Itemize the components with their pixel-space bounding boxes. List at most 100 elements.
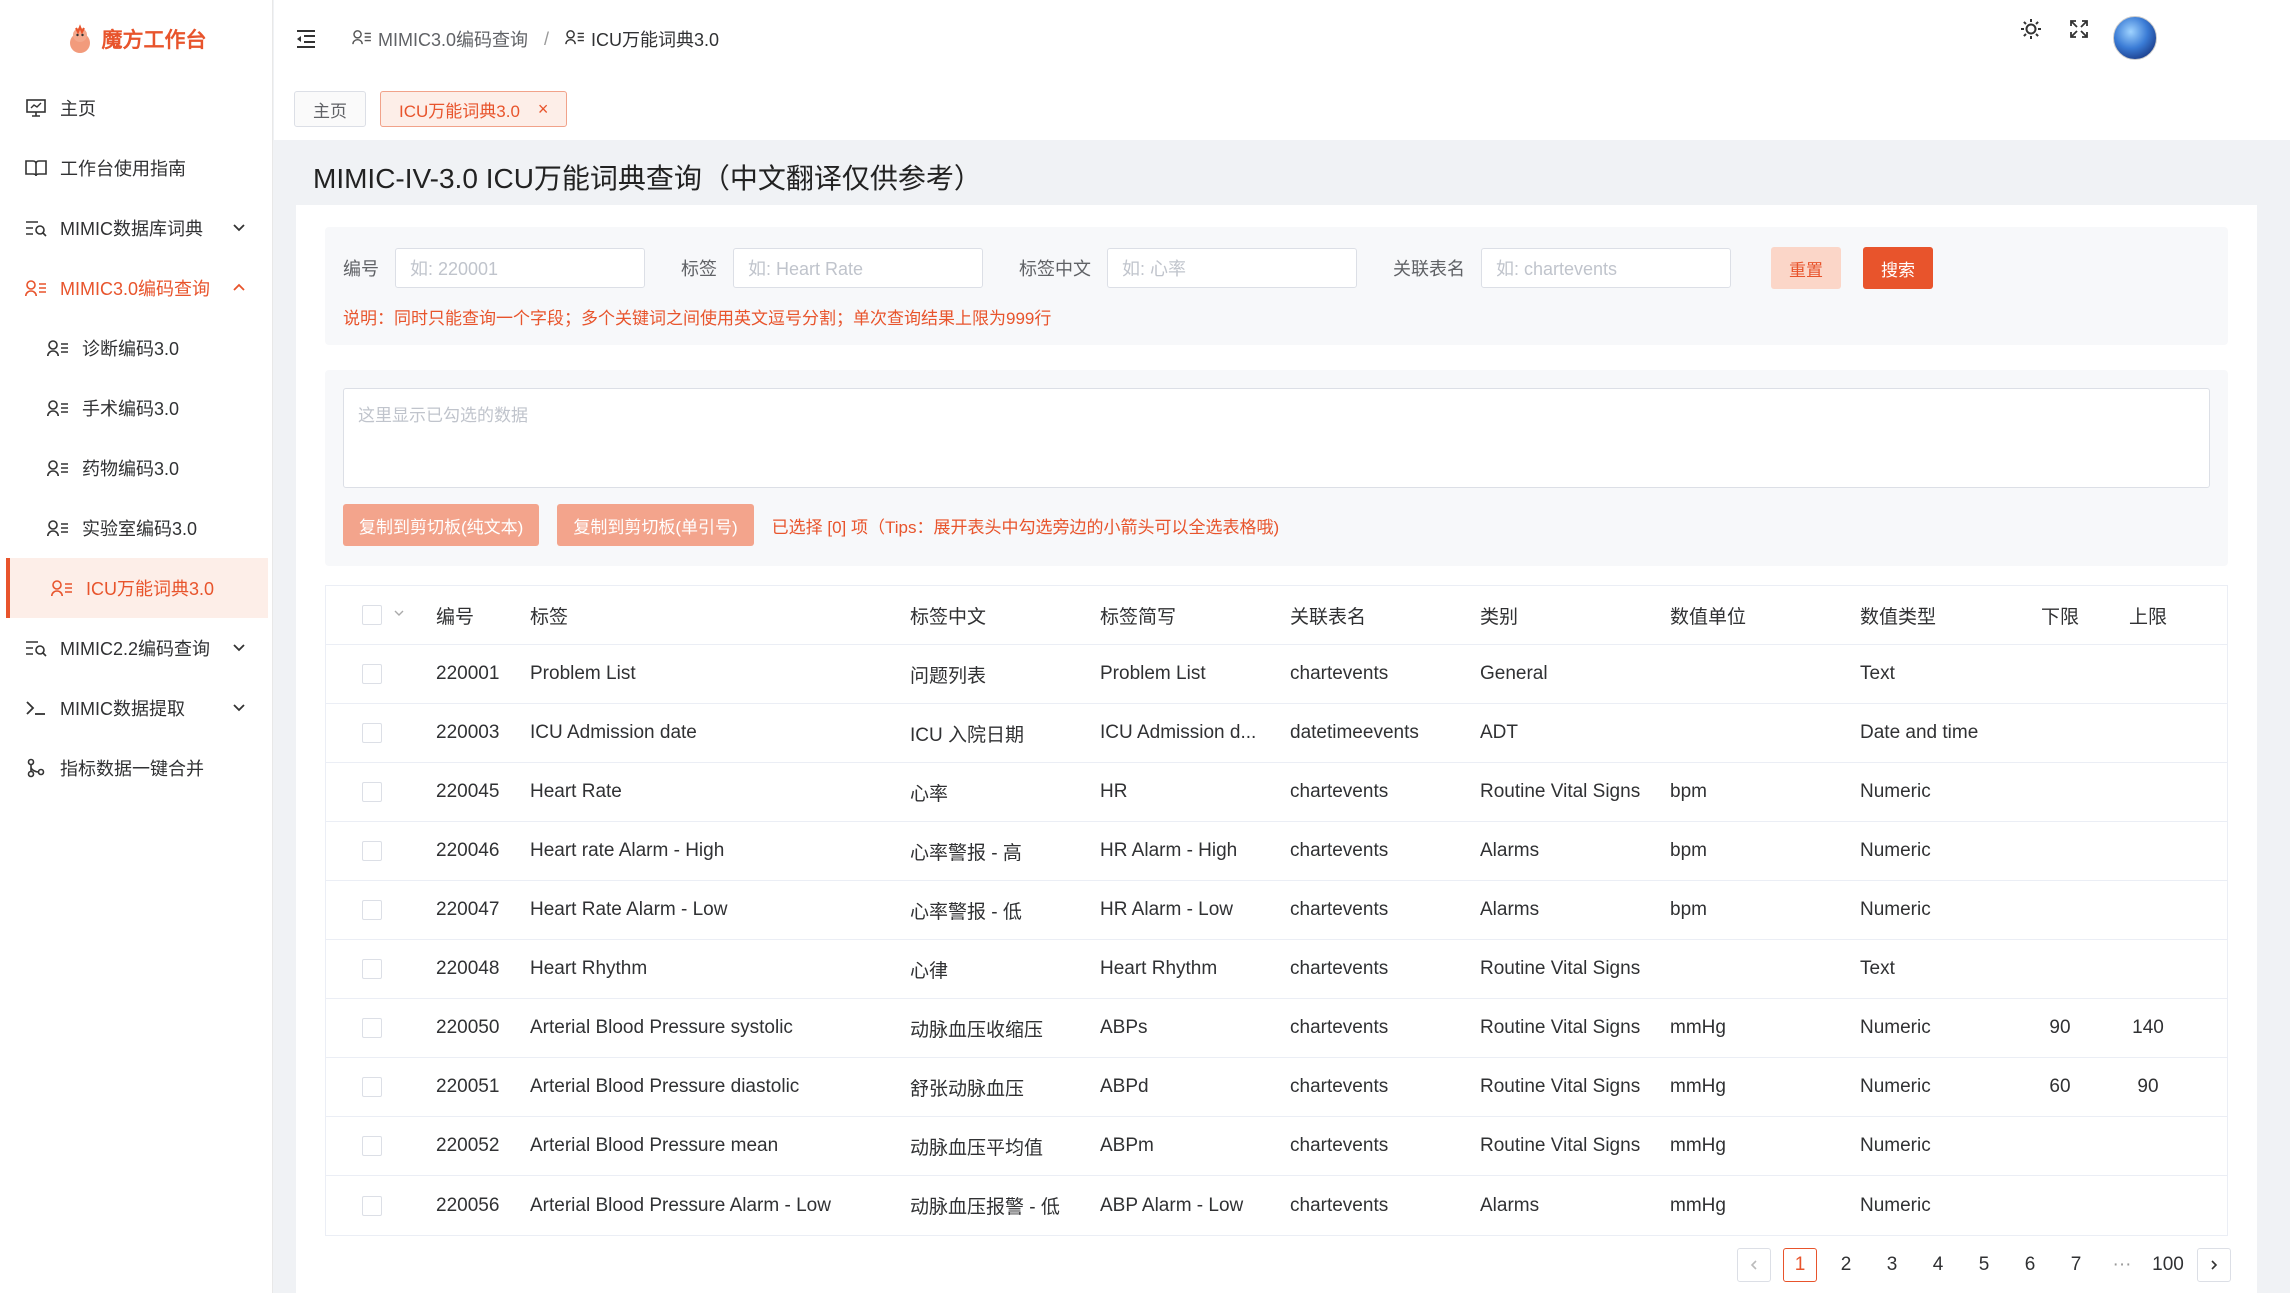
cn-filter-input[interactable]: 如: 心率 [1107,248,1357,288]
row-select-cell [326,900,436,920]
chevron-up-icon [230,279,248,297]
cell-unit: mmHg [1670,1017,1726,1038]
sidebar-item-icu-dict[interactable]: ICU万能词典3.0 [6,558,268,618]
fullscreen-icon[interactable] [2068,18,2090,46]
cell-cn: 心率 [910,783,949,805]
page-number[interactable]: 4 [1921,1248,1955,1282]
cell-category: Routine Vital Signs [1480,781,1641,802]
breadcrumb: MIMIC3.0编码查询 / ICU万能词典3.0 [352,26,719,52]
table-row[interactable]: 220046 Heart rate Alarm - High 心率警报 - 高 HR … [326,822,2227,881]
table-row[interactable]: 220056 Arterial Blood Pressure Alarm - Lo… [326,1176,2227,1235]
sidebar-item-surgery[interactable]: 手术编码3.0 [0,378,272,438]
user-list-icon [50,577,74,599]
page-number[interactable]: 1 [1783,1248,1817,1282]
table-row[interactable]: 220048 Heart Rhythm 心律 Heart Rhythm charteve… [326,940,2227,999]
sidebar-item-mimic3-query[interactable]: MIMIC3.0编码查询 [0,258,272,318]
cell-cn: 动脉血压平均值 [910,1137,1044,1159]
chevron-down-icon [230,219,248,237]
copy-row: 复制到剪切板(纯文本) 复制到剪切板(单引号) 已选择 [0] 项（Tips：展… [343,504,1279,546]
cell-abbr: Problem List [1100,663,1206,684]
collapse-menu-icon[interactable] [294,27,318,51]
app-logo[interactable]: 魔方工作台 [0,0,272,78]
reset-button[interactable]: 重置 [1771,247,1841,289]
cell-low: 60 [2049,1076,2071,1097]
page-ellipsis[interactable]: ··· [2105,1248,2139,1282]
sidebar-item-label: MIMIC数据库词典 [60,219,203,239]
sidebar-item-merge[interactable]: 指标数据一键合并 [0,738,272,798]
sidebar-item-home[interactable]: 主页 [0,78,272,138]
selected-data-textarea[interactable]: 这里显示已勾选的数据 [343,388,2210,488]
table-row[interactable]: 220052 Arterial Blood Pressure mean 动脉血压平均… [326,1117,2227,1176]
cell-abbr: Heart Rhythm [1100,958,1218,979]
next-page-icon[interactable] [2197,1248,2231,1282]
sidebar-item-mimic22-query[interactable]: MIMIC2.2编码查询 [0,618,272,678]
row-checkbox[interactable] [362,723,382,743]
page-number[interactable]: 3 [1875,1248,1909,1282]
page-list: 1234567 [1783,1248,2093,1282]
prev-page-icon[interactable] [1737,1248,1771,1282]
cell-label: Arterial Blood Pressure Alarm - Low [530,1194,831,1216]
breadcrumb-item-mimic3[interactable]: MIMIC3.0编码查询 [352,26,528,52]
label-filter-input[interactable]: 如: Heart Rate [733,248,983,288]
table-row[interactable]: 220050 Arterial Blood Pressure systolic 动脉… [326,999,2227,1058]
cell-abbr: ICU Admission d... [1100,722,1257,743]
tab-icu-dict[interactable]: ICU万能词典3.0 × [380,91,568,127]
row-checkbox[interactable] [362,1136,382,1156]
sidebar-item-drug[interactable]: 药物编码3.0 [0,438,272,498]
cell-category: Alarms [1480,1194,1540,1216]
mascot-icon [66,24,94,54]
row-checkbox[interactable] [362,664,382,684]
top-header: MIMIC3.0编码查询 / ICU万能词典3.0 [274,0,2290,78]
select-all-checkbox[interactable] [362,605,382,625]
cell-table: chartevents [1290,1076,1389,1097]
row-checkbox[interactable] [362,900,382,920]
row-checkbox[interactable] [362,782,382,802]
cell-high: 90 [2137,1076,2159,1097]
cell-high: 140 [2132,1017,2164,1038]
page-last[interactable]: 100 [2151,1248,2185,1282]
page-number[interactable]: 7 [2059,1248,2093,1282]
table-row[interactable]: 220001 Problem List 问题列表 Problem List charte… [326,645,2227,704]
sidebar-item-data-extract[interactable]: MIMIC数据提取 [0,678,272,738]
sidebar-item-lab[interactable]: 实验室编码3.0 [0,498,272,558]
table-row[interactable]: 220051 Arterial Blood Pressure diastolic 舒… [326,1058,2227,1117]
cell-label: Heart Rate Alarm - Low [530,899,728,920]
sidebar-item-guide[interactable]: 工作台使用指南 [0,138,272,198]
cell-cn: 问题列表 [910,665,987,687]
cell-abbr: HR Alarm - High [1100,840,1238,861]
table-row[interactable]: 220047 Heart Rate Alarm - Low 心率警报 - 低 HR A… [326,881,2227,940]
page-number[interactable]: 6 [2013,1248,2047,1282]
column-header-high: 上限 [2128,606,2167,628]
column-header-type: 数值类型 [1860,606,1937,628]
theme-toggle-sun-icon[interactable] [2020,18,2042,46]
sidebar-item-diagnosis[interactable]: 诊断编码3.0 [0,318,272,378]
row-checkbox[interactable] [362,841,382,861]
cell-table: chartevents [1290,840,1389,861]
row-checkbox[interactable] [362,959,382,979]
page-number[interactable]: 2 [1829,1248,1863,1282]
cell-unit: mmHg [1670,1076,1726,1097]
user-avatar[interactable] [2113,16,2157,60]
select-dropdown-arrow-icon[interactable] [392,604,406,626]
sidebar-item-mimic-dict[interactable]: MIMIC数据库词典 [0,198,272,258]
row-checkbox[interactable] [362,1195,382,1216]
sidebar-item-label: 实验室编码3.0 [82,519,198,539]
row-checkbox[interactable] [362,1018,382,1038]
sidebar-item-label: ICU万能词典3.0 [86,579,215,599]
cell-category: General [1480,663,1548,684]
user-list-icon [46,517,70,539]
copy-plain-button[interactable]: 复制到剪切板(纯文本) [343,504,540,546]
column-header-abbr: 标签简写 [1100,606,1177,628]
close-icon[interactable]: × [538,99,549,120]
table-filter-input[interactable]: 如: chartevents [1481,248,1731,288]
row-checkbox[interactable] [362,1077,382,1097]
id-filter-input[interactable]: 如: 220001 [395,248,645,288]
column-header-category: 类别 [1480,606,1519,628]
table-row[interactable]: 220003 ICU Admission date ICU 入院日期 ICU Admi… [326,704,2227,763]
tab-home[interactable]: 主页 [294,91,366,127]
cell-cn: 心率警报 - 高 [910,842,1022,864]
table-row[interactable]: 220045 Heart Rate 心率 HR chartevents Routine V… [326,763,2227,822]
page-number[interactable]: 5 [1967,1248,2001,1282]
search-button[interactable]: 搜索 [1863,247,1933,289]
copy-quote-button[interactable]: 复制到剪切板(单引号) [557,504,754,546]
